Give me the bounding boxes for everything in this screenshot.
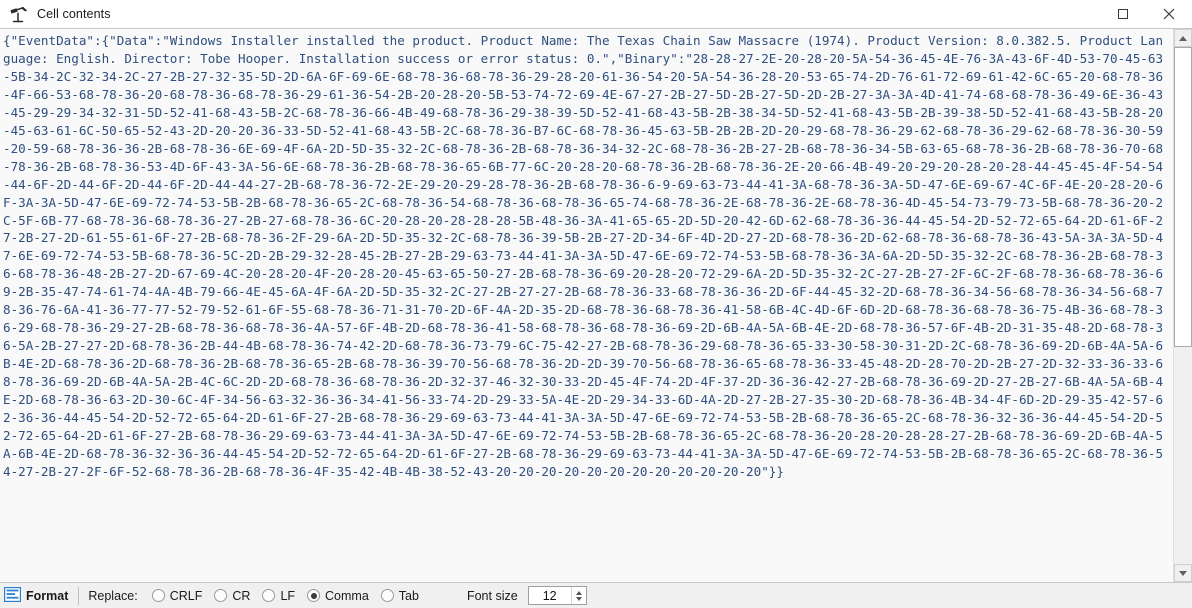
maximize-icon	[1118, 9, 1128, 19]
close-icon	[1163, 8, 1175, 20]
radio-tab-icon	[380, 589, 394, 602]
cell-contents-window: Cell contents {"EventData":{"Data":"Wind…	[0, 0, 1192, 608]
maximize-button[interactable]	[1100, 0, 1146, 28]
radio-tab-label: Tab	[398, 588, 419, 603]
radio-lf-label: LF	[280, 588, 296, 603]
content-area: {"EventData":{"Data":"Windows Installer …	[0, 29, 1192, 582]
status-bar: Format Replace: CRLF CR LF Comma Tab Fon…	[0, 582, 1192, 608]
radio-option-cr[interactable]: CR	[214, 589, 250, 603]
format-lines-icon	[4, 586, 22, 605]
font-size-value[interactable]: 12	[528, 587, 571, 604]
radio-option-tab[interactable]: Tab	[380, 588, 419, 603]
chevron-down-icon	[1179, 570, 1187, 576]
font-size-group: Font size 12	[467, 586, 587, 605]
radio-comma-icon	[307, 589, 321, 602]
cell-contents-textarea[interactable]: {"EventData":{"Data":"Windows Installer …	[0, 29, 1173, 582]
radio-option-comma[interactable]: Comma	[307, 589, 369, 603]
format-label: Format	[26, 588, 69, 603]
radio-comma-label: Comma	[325, 588, 369, 603]
scrollbar-thumb[interactable]	[1174, 47, 1192, 347]
scrollbar-track[interactable]	[1174, 47, 1192, 564]
scroll-up-arrow[interactable]	[1174, 29, 1192, 47]
close-button[interactable]	[1146, 0, 1192, 28]
spin-up-icon[interactable]	[575, 590, 582, 595]
vertical-scrollbar[interactable]	[1173, 29, 1192, 582]
telescope-icon	[8, 4, 30, 24]
cell-contents-text: {"EventData":{"Data":"Windows Installer …	[3, 33, 1164, 479]
radio-option-crlf[interactable]: CRLF	[151, 588, 203, 603]
scroll-down-arrow[interactable]	[1174, 564, 1192, 582]
font-size-stepper[interactable]: 12	[527, 586, 587, 605]
font-size-label: Font size	[466, 588, 518, 603]
replace-label: Replace:	[88, 588, 138, 603]
window-title: Cell contents	[37, 7, 111, 21]
radio-option-lf[interactable]: LF	[262, 589, 295, 603]
radio-lf-icon	[262, 589, 276, 602]
radio-cr-icon	[214, 589, 228, 602]
title-bar: Cell contents	[0, 0, 1192, 29]
radio-cr-label: CR	[232, 588, 251, 603]
status-divider	[78, 586, 80, 605]
font-size-spin-buttons[interactable]	[570, 587, 586, 604]
chevron-up-icon	[1179, 35, 1187, 41]
radio-crlf-label: CRLF	[169, 588, 203, 603]
format-button[interactable]: Format	[4, 586, 76, 605]
radio-crlf-icon	[151, 589, 165, 602]
spin-down-icon[interactable]	[575, 596, 582, 601]
window-controls	[1100, 0, 1192, 28]
